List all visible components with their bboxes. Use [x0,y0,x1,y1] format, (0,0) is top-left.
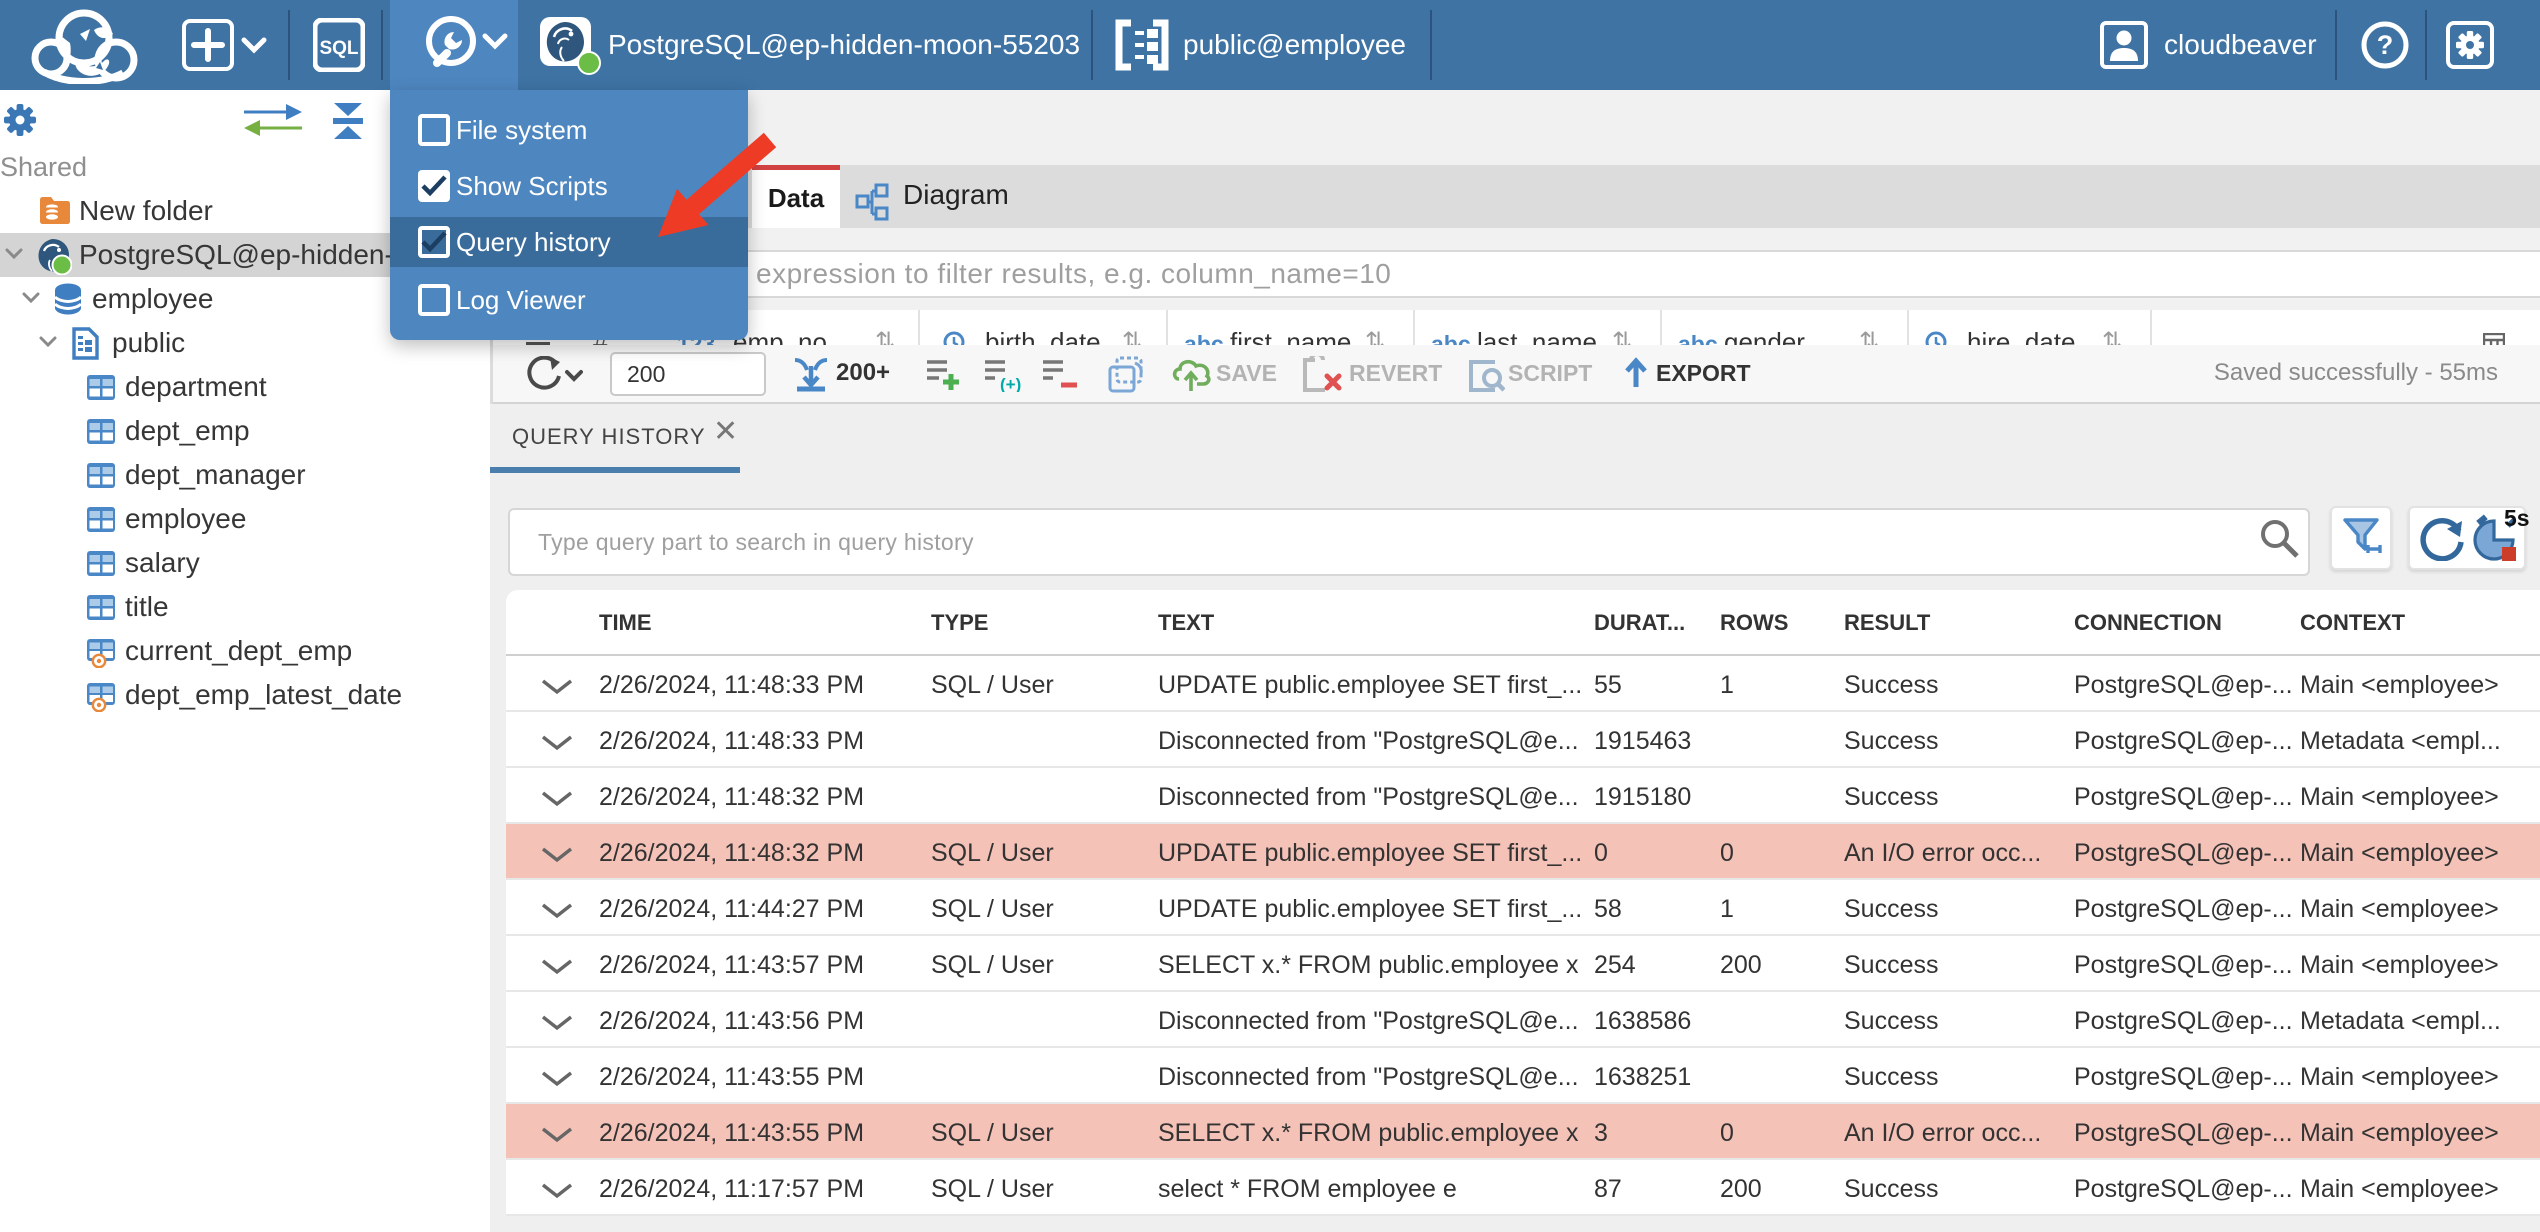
svg-text:?: ? [2377,30,2394,60]
svg-text:SQL: SQL [319,38,358,59]
svg-text:(+): (+) [1000,375,1021,392]
